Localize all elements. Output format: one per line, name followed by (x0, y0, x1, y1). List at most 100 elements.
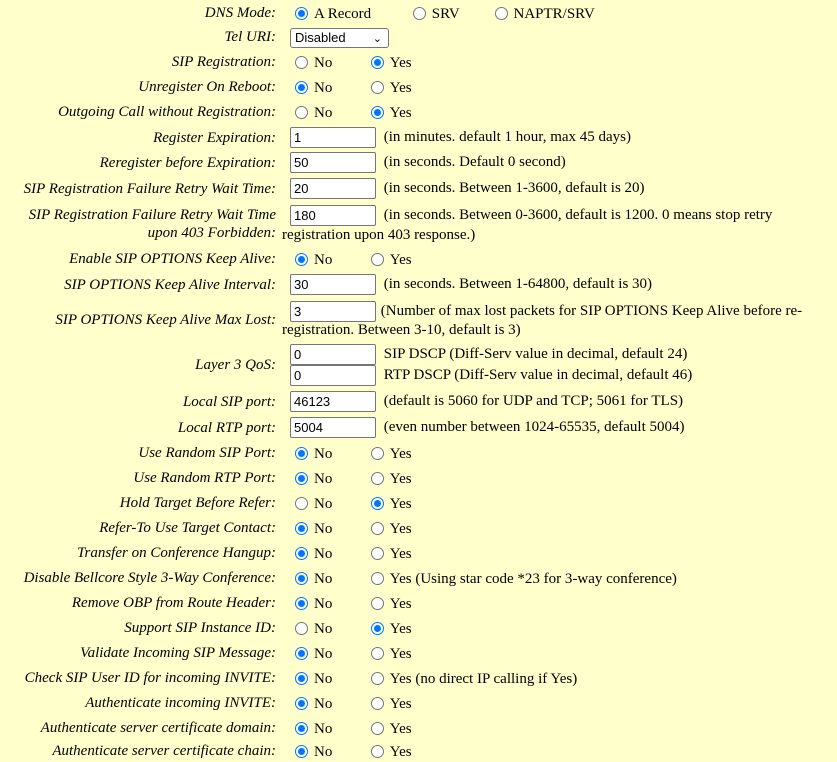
check-sip-user-id-no-label: No (314, 671, 333, 687)
radio-unselected-icon[interactable] (370, 253, 384, 266)
local-rtp-port-input[interactable]: 5004 (290, 417, 376, 438)
transfer-on-conference-hangup-no[interactable]: No (290, 544, 362, 564)
radio-selected-icon[interactable] (370, 622, 384, 635)
radio-unselected-icon[interactable] (370, 522, 384, 535)
disable-bellcore-3way-label: Disable Bellcore Style 3-Way Conference: (23, 570, 276, 586)
sip-registration-no[interactable]: No (290, 53, 362, 73)
radio-selected-icon[interactable] (295, 447, 308, 460)
dns-mode-srv[interactable]: SRV (408, 4, 486, 24)
radio-unselected-icon[interactable] (370, 81, 384, 94)
radio-selected-icon[interactable] (295, 522, 308, 535)
authenticate-incoming-invite-no[interactable]: No (290, 694, 362, 714)
outgoing-without-registration-no-label: No (314, 105, 333, 121)
radio-unselected-icon[interactable] (295, 56, 308, 69)
radio-unselected-icon[interactable] (370, 472, 384, 485)
reg-failure-retry-input[interactable]: 20 (290, 178, 376, 199)
layer3-qos-sip-dscp-input[interactable]: 0 (290, 344, 376, 365)
reregister-before-expiration-input[interactable]: 50 (290, 152, 376, 173)
radio-unselected-icon[interactable] (295, 106, 308, 119)
use-random-sip-port-no[interactable]: No (290, 444, 362, 464)
radio-selected-icon[interactable] (295, 472, 308, 485)
layer3-qos-rtp-dscp-note: RTP DSCP (Diff-Serv value in decimal, de… (383, 367, 693, 383)
radio-selected-icon[interactable] (295, 597, 308, 610)
radio-unselected-icon[interactable] (370, 447, 384, 460)
radio-unselected-icon[interactable] (370, 745, 384, 758)
authenticate-incoming-invite-yes-label: Yes (389, 696, 412, 712)
transfer-on-conference-hangup-label: Transfer on Conference Hangup: (76, 545, 276, 561)
validate-incoming-sip-no[interactable]: No (290, 644, 362, 664)
dns-mode-a-record-label: A Record (314, 6, 372, 22)
check-sip-user-id-no[interactable]: No (290, 669, 362, 689)
tel-uri-selected-value: Disabled (295, 30, 346, 45)
reg-failure-retry-403-note-line1: (in seconds. Between 0-3600, default is … (383, 207, 773, 223)
outgoing-without-registration-yes-label: Yes (389, 105, 412, 121)
options-keepalive-interval-label: SIP OPTIONS Keep Alive Interval: (64, 277, 276, 293)
outgoing-without-registration-no[interactable]: No (290, 103, 362, 123)
radio-selected-icon[interactable] (370, 106, 384, 119)
auth-server-cert-chain-no[interactable]: No (290, 742, 362, 762)
hold-target-before-refer-no[interactable]: No (290, 494, 362, 514)
radio-unselected-icon[interactable] (370, 572, 384, 585)
reg-failure-retry-label: SIP Registration Failure Retry Wait Time… (23, 181, 276, 197)
options-keepalive-max-lost-field: 3 (Number of max lost packets for SIP OP… (290, 301, 833, 322)
auth-server-cert-domain-field: No Yes (290, 719, 833, 739)
transfer-on-conference-hangup-field: No Yes (290, 544, 833, 564)
radio-unselected-icon[interactable] (412, 7, 426, 20)
reg-failure-retry-403-input[interactable]: 180 (290, 205, 376, 226)
radio-selected-icon[interactable] (295, 253, 308, 266)
enable-options-keepalive-label: Enable SIP OPTIONS Keep Alive: (69, 251, 276, 267)
radio-unselected-icon[interactable] (295, 622, 308, 635)
radio-selected-icon[interactable] (295, 672, 308, 685)
unregister-on-reboot-no-label: No (314, 80, 333, 96)
radio-selected-icon[interactable] (295, 547, 308, 560)
unregister-on-reboot-no[interactable]: No (290, 78, 362, 98)
auth-server-cert-domain-no[interactable]: No (290, 719, 362, 739)
radio-unselected-icon[interactable] (370, 647, 384, 660)
disable-bellcore-3way-no[interactable]: No (290, 569, 362, 589)
options-keepalive-max-lost-note-line1: (Number of max lost packets for SIP OPTI… (380, 303, 803, 319)
radio-unselected-icon[interactable] (494, 7, 508, 20)
radio-selected-icon[interactable] (295, 697, 308, 710)
validate-incoming-sip-label: Validate Incoming SIP Message: (80, 645, 276, 661)
dns-mode-a-record[interactable]: A Record (290, 4, 404, 24)
radio-unselected-icon[interactable] (295, 497, 308, 510)
radio-selected-icon[interactable] (295, 572, 308, 585)
refer-to-use-target-contact-no-label: No (314, 521, 333, 537)
reg-failure-retry-note: (in seconds. Between 1-3600, default is … (383, 180, 645, 196)
radio-selected-icon[interactable] (295, 647, 308, 660)
radio-selected-icon[interactable] (295, 7, 308, 20)
auth-server-cert-chain-label: Authenticate server certificate chain: (52, 743, 276, 759)
radio-unselected-icon[interactable] (370, 722, 384, 735)
radio-selected-icon[interactable] (295, 81, 308, 94)
radio-selected-icon[interactable] (295, 745, 308, 758)
radio-selected-icon[interactable] (295, 722, 308, 735)
use-random-sip-port-no-label: No (314, 446, 333, 462)
radio-selected-icon[interactable] (370, 56, 384, 69)
radio-unselected-icon[interactable] (370, 672, 384, 685)
local-sip-port-input[interactable]: 46123 (290, 391, 376, 412)
register-expiration-input[interactable]: 1 (290, 127, 376, 148)
layer3-qos-rtp-dscp-input[interactable]: 0 (290, 365, 376, 386)
tel-uri-select[interactable]: Disabled ⌄ (290, 28, 389, 48)
disable-bellcore-3way-field: No Yes (Using star code *23 for 3-way co… (290, 569, 833, 589)
dns-mode-srv-label: SRV (431, 6, 460, 22)
support-sip-instance-id-no[interactable]: No (290, 619, 362, 639)
dns-mode-naptr-srv[interactable]: NAPTR/SRV (490, 4, 610, 24)
hold-target-before-refer-yes-label: Yes (389, 496, 412, 512)
radio-unselected-icon[interactable] (370, 697, 384, 710)
local-sip-port-note: (default is 5060 for UDP and TCP; 5061 f… (383, 393, 684, 409)
options-keepalive-max-lost-note-line2: registration. Between 3-10, default is 3… (282, 322, 521, 338)
options-keepalive-interval-field: 30 (in seconds. Between 1-64800, default… (290, 274, 833, 295)
validate-incoming-sip-no-label: No (314, 646, 333, 662)
enable-options-keepalive-no[interactable]: No (290, 250, 362, 270)
remove-obp-no[interactable]: No (290, 594, 362, 614)
radio-unselected-icon[interactable] (370, 547, 384, 560)
options-keepalive-interval-input[interactable]: 30 (290, 274, 376, 295)
refer-to-use-target-contact-no[interactable]: No (290, 519, 362, 539)
radio-unselected-icon[interactable] (370, 597, 384, 610)
use-random-rtp-port-no[interactable]: No (290, 469, 362, 489)
options-keepalive-max-lost-input[interactable]: 3 (290, 301, 376, 322)
local-rtp-port-field: 5004 (even number between 1024-65535, de… (290, 417, 833, 438)
unregister-on-reboot-field: No Yes (290, 78, 833, 98)
radio-selected-icon[interactable] (370, 497, 384, 510)
